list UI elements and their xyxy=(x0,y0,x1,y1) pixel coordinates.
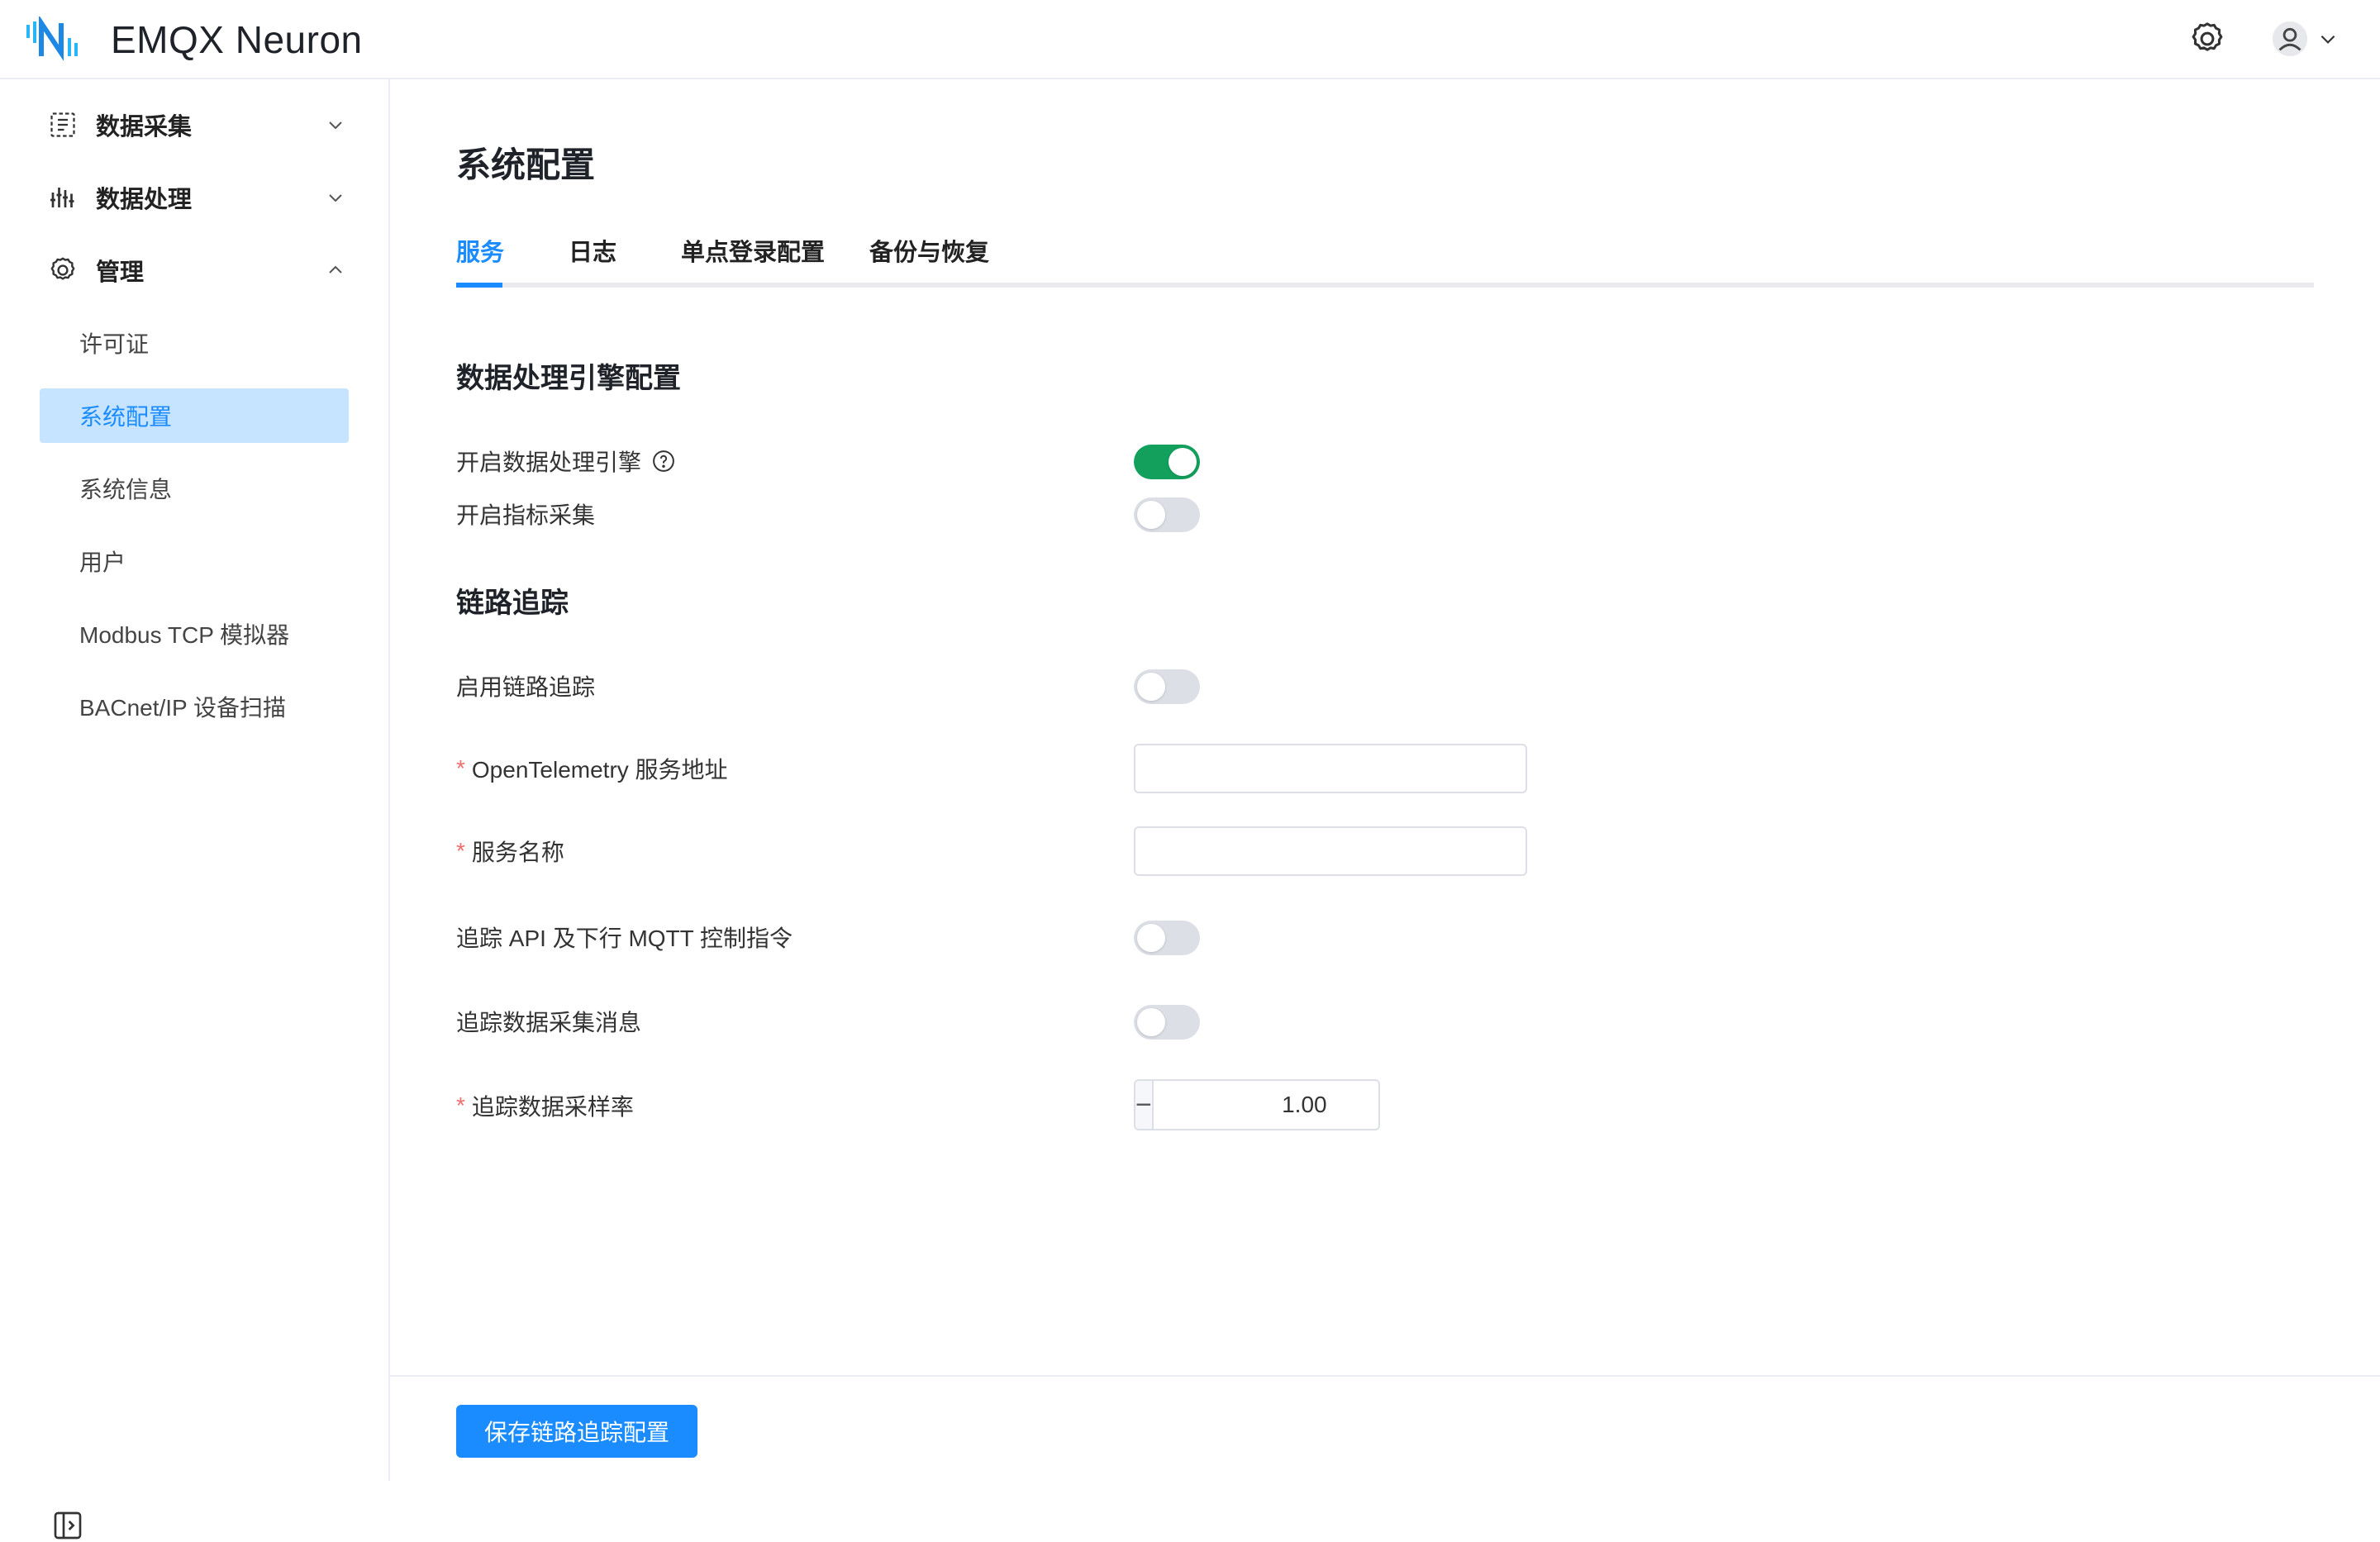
footer-divider xyxy=(390,1375,2380,1377)
data-collection-icon xyxy=(50,112,75,137)
data-processing-icon xyxy=(50,188,74,207)
enable-tracing-label: 启用链路追踪 xyxy=(456,674,596,700)
sidebar-item-users[interactable]: 用户 xyxy=(40,534,349,588)
sidebar-group-label: 管理 xyxy=(96,259,145,286)
sidebar-item-label: 系统信息 xyxy=(79,477,173,502)
sidebar-group-data-processing[interactable]: 数据处理 xyxy=(40,170,345,225)
gear-icon xyxy=(50,257,75,280)
otel-address-label: * OpenTelemetry 服务地址 xyxy=(456,752,728,785)
service-name-label: * 服务名称 xyxy=(456,835,564,868)
chevron-up-icon xyxy=(329,265,342,274)
switch-knob xyxy=(1137,673,1165,701)
trace-api-label: 追踪 API 及下行 MQTT 控制指令 xyxy=(456,926,793,951)
sidebar-item-bacnet-scan[interactable]: BACnet/IP 设备扫描 xyxy=(40,679,349,734)
trace-collect-switch[interactable] xyxy=(1134,1005,1200,1040)
sidebar-item-license[interactable]: 许可证 xyxy=(40,316,349,370)
sample-rate-label: * 追踪数据采样率 xyxy=(456,1089,634,1122)
app-name: EMQX Neuron xyxy=(111,18,363,61)
sidebar: 数据采集 数据处理 管理 许可证 系统配置 系统信息 用户 Modbus TCP… xyxy=(0,79,390,1540)
sidebar-item-label: 系统配置 xyxy=(79,404,173,430)
gear-icon[interactable] xyxy=(2188,20,2226,58)
chevron-down-icon[interactable] xyxy=(2317,28,2339,50)
switch-knob xyxy=(1137,501,1165,529)
tab-bar-divider xyxy=(456,283,2314,288)
tab-backup-restore[interactable]: 备份与恢复 xyxy=(869,233,989,283)
enable-engine-label-text: 开启数据处理引擎 xyxy=(456,450,642,475)
service-name-label-text: 服务名称 xyxy=(471,840,564,865)
tab-bar: 服务 日志 单点登录配置 备份与恢复 xyxy=(456,233,2314,288)
enable-engine-label: 开启数据处理引擎 xyxy=(456,445,676,478)
sidebar-group-data-collection[interactable]: 数据采集 xyxy=(40,98,345,152)
sidebar-group-label: 数据采集 xyxy=(96,114,193,140)
sample-rate-input[interactable] xyxy=(1153,1081,1378,1129)
engine-section-title: 数据处理引擎配置 xyxy=(456,363,681,394)
trace-collect-label: 追踪数据采集消息 xyxy=(456,1010,642,1035)
otel-address-label-text: OpenTelemetry 服务地址 xyxy=(471,757,728,783)
tab-sso[interactable]: 单点登录配置 xyxy=(681,233,825,283)
tab-service[interactable]: 服务 xyxy=(456,233,504,283)
page-title: 系统配置 xyxy=(456,145,596,184)
required-asterisk: * xyxy=(456,755,465,781)
required-asterisk: * xyxy=(456,1092,465,1118)
decrement-button[interactable]: − xyxy=(1135,1081,1154,1129)
tab-log[interactable]: 日志 xyxy=(569,233,616,283)
top-header: EMQX Neuron xyxy=(0,0,2380,79)
switch-knob xyxy=(1169,448,1197,476)
user-avatar-icon[interactable] xyxy=(2271,20,2309,58)
sample-rate-stepper: − + xyxy=(1134,1079,1380,1130)
required-asterisk: * xyxy=(456,838,465,864)
sidebar-item-system-config[interactable]: 系统配置 xyxy=(40,388,349,443)
enable-metrics-switch[interactable] xyxy=(1134,497,1200,532)
sidebar-group-management[interactable]: 管理 xyxy=(40,243,345,297)
neuron-logo-icon xyxy=(26,17,78,61)
sidebar-item-system-info[interactable]: 系统信息 xyxy=(40,461,349,516)
enable-engine-switch[interactable] xyxy=(1134,445,1200,479)
enable-tracing-switch[interactable] xyxy=(1134,669,1200,704)
tab-active-indicator xyxy=(456,283,502,288)
otel-address-input[interactable] xyxy=(1134,744,1527,793)
sidebar-item-label: 许可证 xyxy=(79,331,150,357)
sidebar-item-modbus-simulator[interactable]: Modbus TCP 模拟器 xyxy=(40,607,349,661)
sidebar-item-label: BACnet/IP 设备扫描 xyxy=(79,695,287,721)
chevron-down-icon xyxy=(329,121,342,130)
sidebar-group-label: 数据处理 xyxy=(96,187,193,213)
switch-knob xyxy=(1137,1008,1165,1036)
sample-rate-label-text: 追踪数据采样率 xyxy=(471,1094,634,1120)
switch-knob xyxy=(1137,924,1165,952)
question-icon[interactable] xyxy=(651,449,676,474)
sidebar-item-label: 用户 xyxy=(79,550,126,575)
app-logo[interactable]: EMQX Neuron xyxy=(25,17,363,63)
save-tracing-config-button[interactable]: 保存链路追踪配置 xyxy=(456,1405,697,1458)
main-content: 系统配置 服务 日志 单点登录配置 备份与恢复 数据处理引擎配置 开启数据处理引… xyxy=(390,79,2380,1481)
enable-metrics-label: 开启指标采集 xyxy=(456,502,596,528)
sidebar-item-label: Modbus TCP 模拟器 xyxy=(79,622,290,648)
service-name-input[interactable] xyxy=(1134,826,1527,876)
chevron-down-icon xyxy=(329,194,342,202)
trace-api-switch[interactable] xyxy=(1134,921,1200,955)
tracing-section-title: 链路追踪 xyxy=(456,588,569,619)
sidebar-collapse-icon[interactable] xyxy=(51,1509,84,1542)
